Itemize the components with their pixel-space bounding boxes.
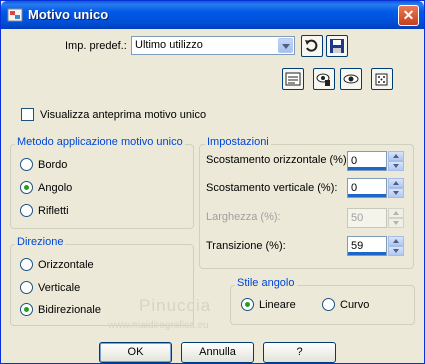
radio-rifletti[interactable]: [20, 204, 33, 217]
randomize-button[interactable]: [371, 68, 393, 90]
method-group-title: Metodo applicazione motivo unico: [15, 136, 185, 148]
save-preset-icon: [330, 39, 344, 53]
preview-checkbox-label: Visualizza anteprima motivo unico: [40, 109, 207, 121]
toggle-view-icon: [285, 72, 301, 86]
randomize-icon: [375, 73, 388, 86]
spin-down-icon[interactable]: [388, 246, 404, 256]
preview-icon: [343, 74, 359, 84]
radio-bidirezionale-label: Bidirezionale: [38, 304, 101, 316]
app-icon: [7, 8, 23, 22]
radio-bidirezionale[interactable]: [20, 303, 33, 316]
watermark-name: Pinuccia: [139, 296, 212, 315]
spin-down-icon[interactable]: [388, 161, 404, 171]
watermark-url: www.maidiregrafica.eu: [108, 320, 209, 331]
radio-rifletti-label: Rifletti: [38, 205, 69, 217]
h-offset-spinner[interactable]: 0: [347, 151, 404, 171]
h-offset-input[interactable]: 0: [347, 151, 387, 171]
radio-bordo-label: Bordo: [38, 159, 68, 171]
cancel-button[interactable]: Annulla: [181, 342, 254, 363]
radio-lineare[interactable]: [241, 298, 254, 311]
radio-lineare-label: Lineare: [259, 299, 296, 311]
width-spinner: 50: [347, 208, 404, 228]
chevron-down-icon[interactable]: [278, 38, 293, 53]
transition-label: Transizione (%):: [206, 240, 286, 252]
help-button[interactable]: ?: [263, 342, 336, 363]
spin-down-icon[interactable]: [388, 188, 404, 198]
preview-checkbox[interactable]: [21, 108, 34, 121]
radio-curvo[interactable]: [322, 298, 335, 311]
spin-up-icon[interactable]: [388, 236, 404, 246]
proof-icon: [316, 73, 330, 86]
radio-orizzontale-label: Orizzontale: [38, 259, 94, 271]
preset-label: Imp. predef.:: [65, 40, 127, 52]
save-preset-button[interactable]: [326, 35, 348, 57]
v-offset-input[interactable]: 0: [347, 178, 387, 198]
settings-group-title: Impostazioni: [205, 136, 271, 148]
radio-angolo[interactable]: [20, 181, 33, 194]
close-icon: ✕: [402, 7, 415, 23]
transition-input[interactable]: 59: [347, 236, 387, 256]
ok-button[interactable]: OK: [99, 342, 172, 363]
radio-curvo-label: Curvo: [340, 299, 370, 311]
radio-verticale-label: Verticale: [38, 282, 81, 294]
v-offset-label: Scostamento verticale (%):: [206, 182, 338, 194]
transition-spinner[interactable]: 59: [347, 236, 404, 256]
h-offset-label: Scostamento orizzontale (%):: [206, 154, 350, 166]
corner-style-group-title: Stile angolo: [235, 277, 297, 289]
dialog-window: Motivo unico ✕ Imp. predef.: Ultimo util…: [0, 0, 425, 364]
spin-down-icon: [388, 218, 404, 228]
radio-bordo[interactable]: [20, 158, 33, 171]
preview-button[interactable]: [340, 68, 362, 90]
radio-verticale[interactable]: [20, 281, 33, 294]
reset-button[interactable]: [301, 35, 323, 57]
close-button[interactable]: ✕: [398, 5, 419, 26]
preset-dropdown[interactable]: Ultimo utilizzo: [131, 36, 295, 55]
proof-button[interactable]: [313, 68, 335, 90]
v-offset-spinner[interactable]: 0: [347, 178, 404, 198]
spin-up-icon: [388, 208, 404, 218]
spin-up-icon[interactable]: [388, 151, 404, 161]
window-title: Motivo unico: [28, 7, 109, 22]
width-input: 50: [347, 208, 387, 228]
radio-orizzontale[interactable]: [20, 258, 33, 271]
preset-value: Ultimo utilizzo: [135, 39, 203, 51]
toggle-view-button[interactable]: [282, 68, 304, 90]
width-label: Larghezza (%):: [206, 211, 281, 223]
direction-group-title: Direzione: [15, 236, 66, 248]
radio-angolo-label: Angolo: [38, 182, 73, 194]
title-bar[interactable]: Motivo unico ✕: [1, 1, 424, 29]
reset-icon: [305, 39, 318, 52]
spin-up-icon[interactable]: [388, 178, 404, 188]
